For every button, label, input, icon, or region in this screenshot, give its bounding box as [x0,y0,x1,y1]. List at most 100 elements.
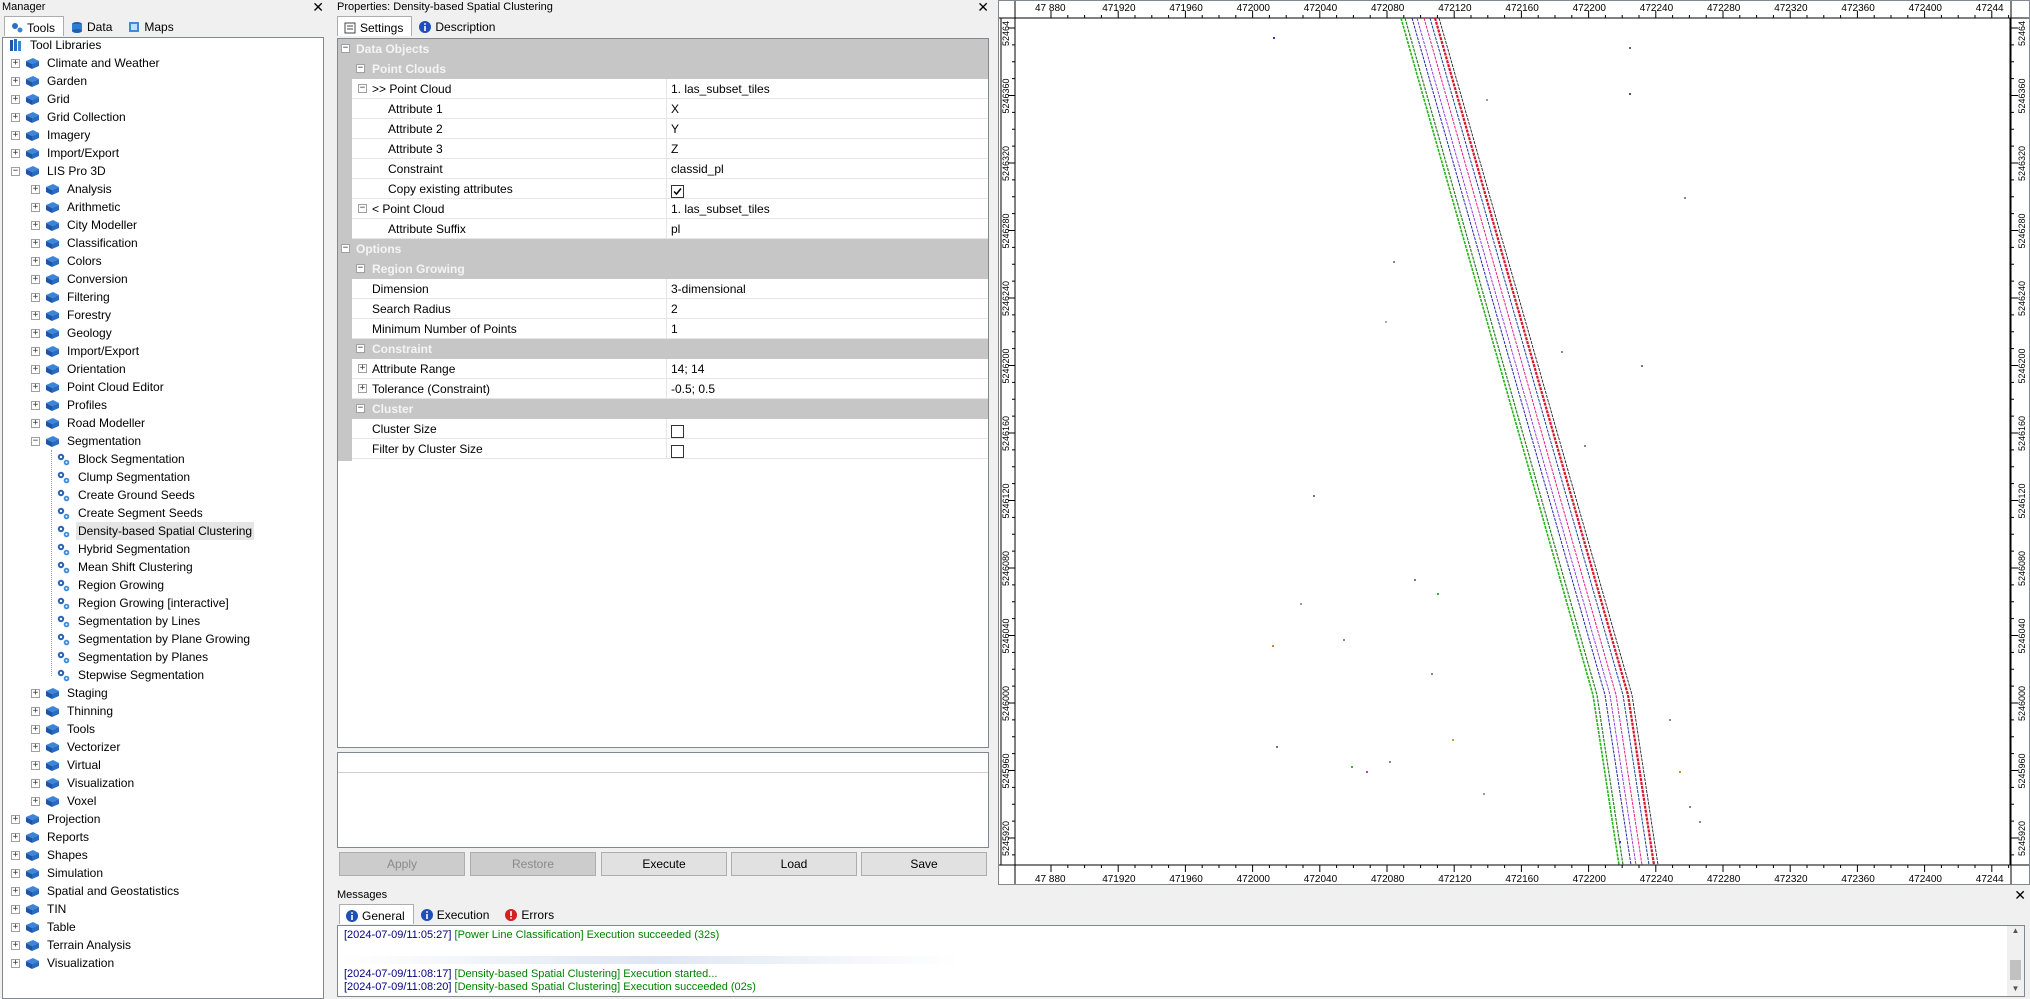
tree-node[interactable]: + Point Cloud Editor [31,378,166,396]
expand-icon[interactable]: + [31,238,40,248]
expand-icon[interactable]: + [11,868,20,878]
tree-node[interactable]: + Forestry [31,306,113,324]
expand-icon[interactable]: + [11,922,20,932]
expand-icon[interactable]: + [11,148,20,158]
property-value[interactable] [666,439,988,459]
collapse-icon[interactable]: − [356,64,365,73]
tool-item[interactable]: Density-based Spatial Clustering [57,522,255,540]
tree-node[interactable]: + Simulation [11,864,105,882]
expand-icon[interactable]: + [31,796,40,806]
tree-node[interactable]: + Spatial and Geostatistics [11,882,181,900]
map-canvas[interactable]: 47 880 47 880 471920 471920 471960 471960 4720… [999,1,2029,884]
tool-item[interactable]: Create Segment Seeds [57,504,205,522]
tool-item[interactable]: Region Growing [57,576,166,594]
expand-icon[interactable]: + [31,310,40,320]
tree-node[interactable]: + Virtual [31,756,103,774]
tree-node[interactable]: + Table [11,918,78,936]
properties-close-icon[interactable]: ✕ [977,0,989,14]
expand-icon[interactable]: + [31,256,40,266]
property-value[interactable]: X [666,99,988,119]
property-row[interactable]: Search Radius 2 [338,299,988,319]
collapse-icon[interactable]: − [356,264,365,273]
restore-button[interactable]: Restore [470,852,596,876]
expand-icon[interactable]: + [31,274,40,284]
collapse-icon[interactable]: − [341,44,350,53]
property-value[interactable] [666,419,988,439]
category-row[interactable]: − Data Objects [338,39,988,59]
property-row[interactable]: Cluster Size [338,419,988,439]
tab-settings[interactable]: Settings [337,16,413,36]
tool-item[interactable]: Region Growing [interactive] [57,594,231,612]
expand-icon[interactable]: + [11,76,20,86]
property-row[interactable]: Attribute 1X [338,99,988,119]
property-value[interactable]: 1. las_subset_tiles [666,79,988,99]
tree-node[interactable]: + Classification [31,234,140,252]
tree-node[interactable]: + Import/Export [31,342,141,360]
scroll-down-icon[interactable]: ▼ [2007,984,2024,996]
category-row[interactable]: − Region Growing [338,259,988,279]
category-row[interactable]: − Point Clouds [338,59,988,79]
save-button[interactable]: Save [861,852,987,876]
tree-node[interactable]: + Tools [31,720,97,738]
tree-node[interactable]: + Geology [31,324,114,342]
expand-icon[interactable]: + [31,742,40,752]
tree-node[interactable]: + City Modeller [31,216,139,234]
tree-node[interactable]: + Thinning [31,702,115,720]
checkbox-checked[interactable] [671,184,684,198]
property-row[interactable]: Constraint classid_pl [338,159,988,179]
property-value[interactable]: 1. las_subset_tiles [666,199,988,219]
tab-description[interactable]: Description [412,16,504,36]
expand-icon[interactable]: + [11,832,20,842]
apply-button[interactable]: Apply [339,852,465,876]
expand-icon[interactable]: + [31,418,40,428]
property-row[interactable]: Copy existing attributes [338,179,988,199]
tool-item[interactable]: Block Segmentation [57,450,187,468]
property-row[interactable]: − < Point Cloud 1. las_subset_tiles [338,199,988,219]
expand-icon[interactable]: + [31,220,40,230]
property-value[interactable] [666,179,988,199]
tree-node[interactable]: + Profiles [31,396,109,414]
checkbox[interactable] [671,444,684,458]
expand-icon[interactable]: + [31,184,40,194]
property-value[interactable]: 1 [666,319,988,339]
tool-item[interactable]: Hybrid Segmentation [57,540,192,558]
property-value[interactable]: 2 [666,299,988,319]
property-row[interactable]: Attribute Suffix pl [338,219,988,239]
property-row[interactable]: Dimension 3-dimensional [338,279,988,299]
expand-icon[interactable]: + [11,958,20,968]
tab-general[interactable]: General [339,904,414,924]
tool-item[interactable]: Segmentation by Planes [57,648,210,666]
tree-node[interactable]: + Grid Collection [11,108,128,126]
property-value[interactable]: Y [666,119,988,139]
property-value[interactable]: 14; 14 [666,359,988,379]
tree-node[interactable]: − LIS Pro 3D [11,162,108,180]
checkbox[interactable] [671,424,684,438]
scroll-up-icon[interactable]: ▲ [2007,926,2024,938]
scroll-thumb[interactable] [2010,960,2021,980]
expand-icon[interactable]: + [31,328,40,338]
expand-icon[interactable]: + [31,724,40,734]
property-row[interactable]: Attribute 3Z [338,139,988,159]
tree-node[interactable]: + Road Modeller [31,414,147,432]
map-view[interactable]: 47 880 47 880 471920 471920 471960 471960 4720… [998,0,2030,885]
tool-item[interactable]: Segmentation by Plane Growing [57,630,252,648]
property-row[interactable]: + Attribute Range 14; 14 [338,359,988,379]
property-value[interactable]: classid_pl [666,159,988,179]
tool-item[interactable]: Mean Shift Clustering [57,558,195,576]
category-row[interactable]: − Cluster [338,399,988,419]
tree-node[interactable]: + Orientation [31,360,128,378]
expand-icon[interactable]: + [31,778,40,788]
tree-node[interactable]: + Arithmetic [31,198,122,216]
message-log[interactable]: [2024-07-09/11:05:27] [Power Line Classi… [337,925,2025,997]
tree-node[interactable]: + Import/Export [11,144,121,162]
collapse-icon[interactable]: − [356,404,365,413]
expand-icon[interactable]: + [11,886,20,896]
property-value[interactable]: pl [666,219,988,239]
expand-icon[interactable]: + [31,346,40,356]
tool-tree[interactable]: Tool Libraries + Climate and Weather + Garde… [2,37,324,999]
tab-data[interactable]: Data [64,16,121,36]
property-row[interactable]: + Tolerance (Constraint) -0.5; 0.5 [338,379,988,399]
expand-icon[interactable]: + [11,814,20,824]
tree-node[interactable]: + Grid [11,90,72,108]
tree-node[interactable]: + Visualization [31,774,136,792]
